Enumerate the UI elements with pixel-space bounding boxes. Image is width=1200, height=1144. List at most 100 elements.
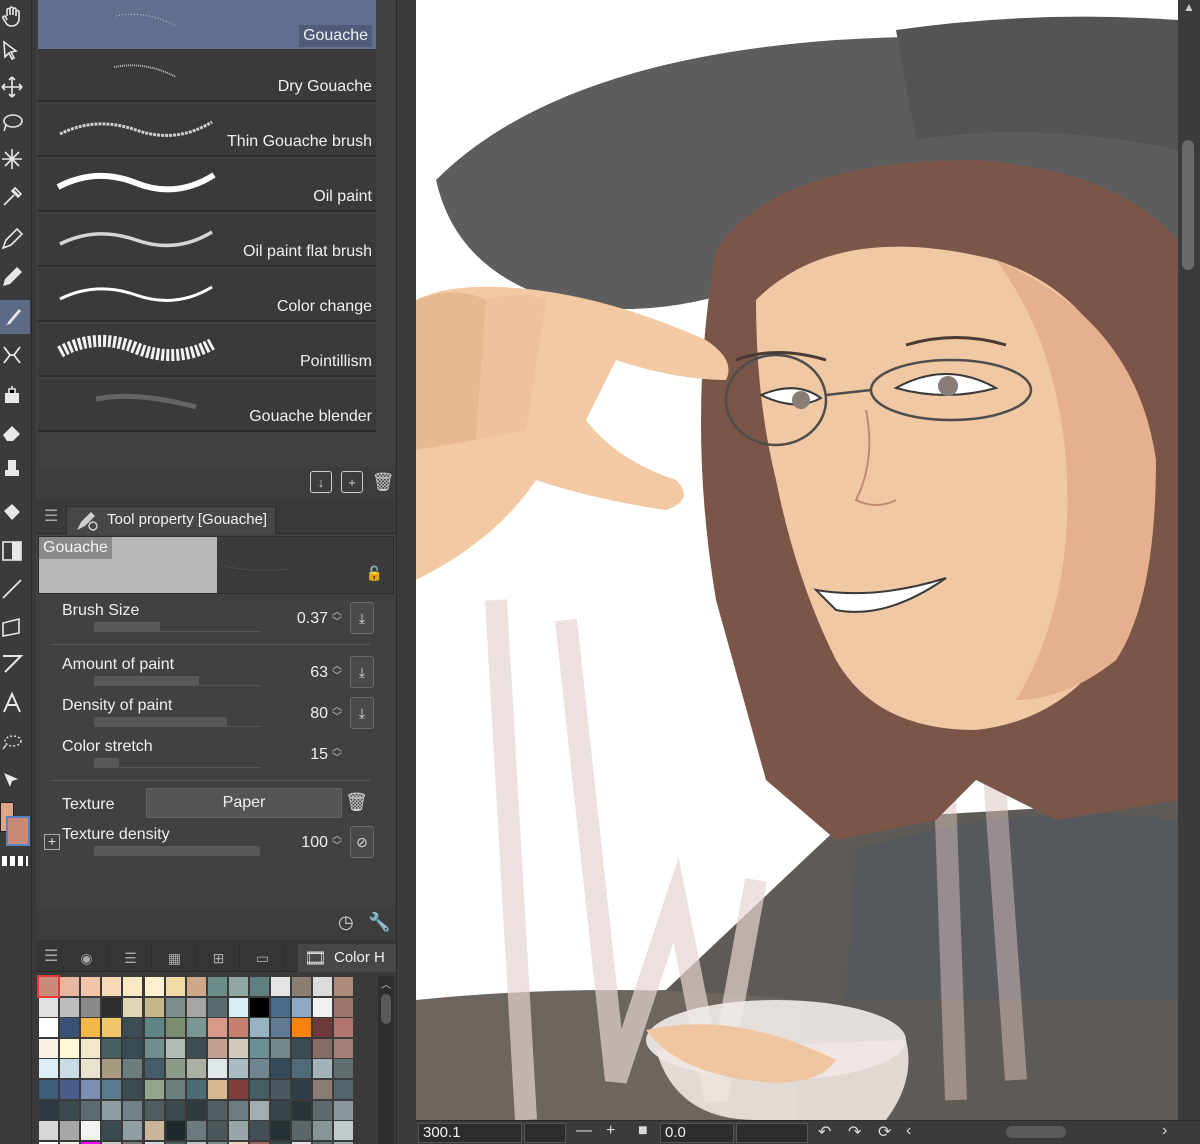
color-swatch[interactable] — [271, 997, 291, 1017]
eraser-icon[interactable] — [0, 416, 30, 450]
color-swatch[interactable] — [250, 1121, 269, 1141]
color-swatch[interactable] — [207, 1080, 227, 1099]
color-swatch[interactable] — [102, 977, 122, 996]
color-swatch[interactable] — [144, 1038, 164, 1058]
panel-separator[interactable] — [396, 0, 416, 1144]
brush-item-gouache[interactable]: Gouache — [38, 0, 376, 53]
download-icon[interactable]: ⤓ — [350, 656, 374, 688]
color-swatch[interactable] — [123, 977, 143, 996]
color-swatch[interactable] — [60, 1018, 80, 1038]
color-indicator[interactable] — [0, 800, 32, 850]
color-swatch[interactable] — [144, 1018, 164, 1038]
color-swatch[interactable] — [144, 1100, 164, 1120]
amount-of-paint-slider[interactable] — [94, 676, 260, 686]
figure-icon[interactable] — [0, 572, 30, 606]
color-swatch[interactable] — [271, 1018, 291, 1038]
color-swatch[interactable] — [102, 1100, 122, 1120]
color-swatch[interactable] — [165, 1121, 185, 1141]
brush-size-slider[interactable] — [94, 622, 260, 632]
color-swatch[interactable] — [207, 997, 227, 1017]
color-wheel-tab-icon[interactable]: ◉ — [66, 944, 108, 972]
color-swatch[interactable] — [313, 1121, 333, 1141]
density-of-paint-value[interactable]: 80 — [310, 705, 328, 723]
sub-color-swatch[interactable] — [6, 816, 30, 846]
color-swatch[interactable] — [102, 1121, 122, 1141]
color-swatch[interactable] — [39, 1018, 58, 1038]
blend-icon[interactable] — [0, 452, 30, 486]
color-swatch[interactable] — [186, 977, 206, 996]
color-swatch[interactable] — [228, 1059, 248, 1079]
texture-density-value[interactable]: 100 — [301, 834, 328, 852]
color-swatch[interactable] — [313, 1059, 333, 1079]
color-swatch[interactable] — [292, 1121, 312, 1141]
hand-icon[interactable] — [0, 0, 30, 34]
color-swatch[interactable] — [102, 1038, 122, 1058]
trash-icon[interactable]: 🗑 — [345, 792, 368, 813]
lock-icon[interactable]: 🔓 — [366, 565, 383, 582]
trash-icon[interactable]: 🗑 — [372, 471, 395, 493]
color-swatch[interactable] — [165, 1100, 185, 1120]
color-swatch[interactable] — [334, 1121, 354, 1141]
color-swatch[interactable] — [144, 997, 164, 1017]
expand-icon[interactable]: + — [44, 834, 60, 850]
color-swatch[interactable] — [39, 1121, 58, 1141]
pressure-icon[interactable]: ⊘ — [350, 826, 374, 858]
color-swatch[interactable] — [102, 1080, 122, 1099]
color-swatch[interactable] — [186, 1121, 206, 1141]
brush-size-spinner[interactable]: ︿ ﹀ — [331, 608, 343, 630]
color-swatch[interactable] — [102, 1018, 122, 1038]
eyedropper-icon[interactable] — [0, 180, 30, 214]
color-swatch[interactable] — [165, 1059, 185, 1079]
color-swatch[interactable] — [102, 997, 122, 1017]
color-swatch[interactable] — [81, 1100, 101, 1120]
chevron-right-icon[interactable]: › — [1162, 1122, 1167, 1140]
color-swatch[interactable] — [123, 997, 143, 1017]
color-swatch[interactable] — [250, 997, 269, 1017]
color-swatch[interactable] — [60, 1080, 80, 1099]
color-swatch[interactable] — [292, 1059, 312, 1079]
horizontal-scroll-thumb[interactable] — [1006, 1126, 1066, 1138]
airbrush-icon[interactable] — [0, 378, 30, 412]
download-icon[interactable]: ⤓ — [350, 697, 374, 729]
color-swatch[interactable] — [123, 1100, 143, 1120]
color-swatch[interactable] — [250, 977, 269, 996]
color-swatch[interactable] — [334, 1059, 354, 1079]
color-swatch[interactable] — [60, 977, 80, 996]
color-swatch[interactable] — [123, 1018, 143, 1038]
color-swatch[interactable] — [186, 1059, 206, 1079]
color-swatch[interactable] — [334, 1080, 354, 1099]
color-swatch[interactable] — [123, 1059, 143, 1079]
color-swatch[interactable] — [39, 1080, 58, 1099]
wrench-icon[interactable]: 🔧 — [368, 912, 390, 933]
color-swatch[interactable] — [228, 977, 248, 996]
color-swatch[interactable] — [228, 1100, 248, 1120]
color-swatch[interactable] — [292, 1100, 312, 1120]
color-swatch[interactable] — [81, 1018, 101, 1038]
tab-tool-property[interactable]: Tool property [Gouache] — [66, 506, 277, 534]
color-swatch[interactable] — [334, 1018, 354, 1038]
pen-icon[interactable] — [0, 222, 30, 256]
color-swatch[interactable] — [37, 975, 60, 998]
gradient-icon[interactable] — [0, 534, 30, 568]
color-swatch[interactable] — [186, 997, 206, 1017]
lasso-icon[interactable] — [0, 106, 30, 140]
color-swatch[interactable] — [81, 1038, 101, 1058]
color-swatch[interactable] — [313, 1018, 333, 1038]
color-swatch[interactable] — [250, 1038, 269, 1058]
color-swatch[interactable] — [123, 1121, 143, 1141]
color-swatch[interactable] — [250, 1100, 269, 1120]
density-of-paint-spinner[interactable]: ︿ ﹀ — [331, 703, 343, 725]
color-swatch[interactable] — [207, 1121, 227, 1141]
pencil-icon[interactable] — [0, 260, 30, 294]
color-swatch[interactable] — [334, 997, 354, 1017]
color-swatch[interactable] — [228, 1038, 248, 1058]
color-swatch[interactable] — [144, 977, 164, 996]
drawing-canvas[interactable] — [416, 0, 1178, 1120]
download-icon[interactable]: ↓ — [310, 471, 332, 493]
color-swatch[interactable] — [228, 1018, 248, 1038]
brush-item-oil-paint-flat-brush[interactable]: Oil paint flat brush — [38, 214, 376, 267]
color-swatch[interactable] — [123, 1080, 143, 1099]
texture-density-slider[interactable] — [94, 846, 260, 856]
brush-item-color-change[interactable]: Color change — [38, 269, 376, 322]
color-swatch[interactable] — [186, 1018, 206, 1038]
